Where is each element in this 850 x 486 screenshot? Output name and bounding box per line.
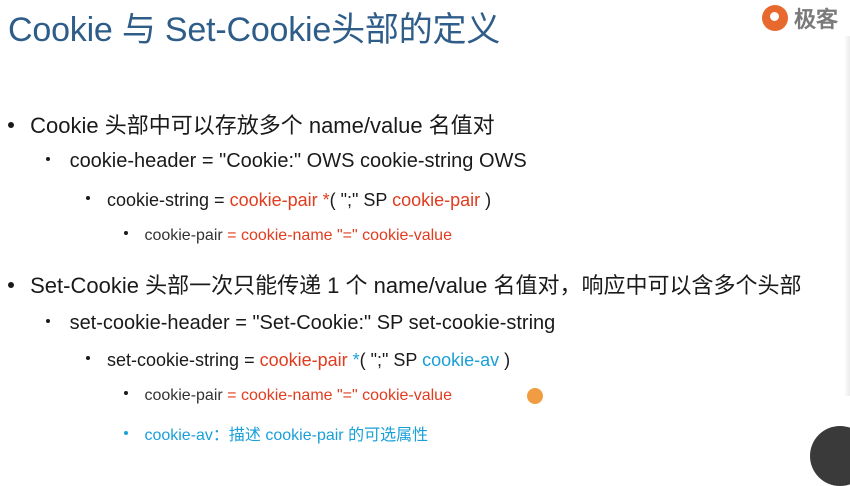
- bullet-icon: [46, 156, 50, 161]
- bullet-cookie-header-def: cookie-header = "Cookie:" OWS cookie-str…: [46, 150, 527, 173]
- bullet-text: set-cookie-header = "Set-Cookie:" SP set…: [69, 312, 556, 334]
- bullet-cookie-av-desc: cookie-av：描述 cookie-pair 的可选属性: [124, 421, 428, 445]
- brand-logo: 极客: [762, 0, 850, 36]
- bullet-set-cookie-string-def: set-cookie-string = cookie-pair *( ";" S…: [86, 350, 510, 371]
- bullet-icon: [124, 430, 128, 435]
- bullet-cookie-string-def: cookie-string = cookie-pair *( ";" SP co…: [86, 190, 491, 211]
- def-prefix: cookie-pair: [144, 387, 228, 404]
- bullet-cookie-pair-def: cookie-pair = cookie-name "=" cookie-val…: [124, 227, 452, 245]
- term-eq: =: [227, 227, 237, 244]
- term-cookie-pair: cookie-pair: [229, 190, 318, 210]
- term-cookie-pair: cookie-pair: [392, 190, 481, 210]
- bullet-text: Cookie 头部中可以存放多个 name/value 名值对: [30, 113, 495, 138]
- corner-overlay: [810, 426, 850, 486]
- bullet-text: cookie-av：描述 cookie-pair 的可选属性: [144, 427, 429, 444]
- logo-text: 极客: [794, 7, 839, 32]
- def-middle: ( ";" SP: [329, 190, 393, 210]
- bullet-text: cookie-header = "Cookie:" OWS cookie-str…: [69, 150, 527, 172]
- term-eq: =: [227, 387, 237, 404]
- def-suffix: ): [499, 350, 511, 370]
- def-suffix: ): [480, 190, 492, 210]
- bullet-set-cookie-intro: Set-Cookie 头部一次只能传递 1 个 name/value 名值对，响…: [8, 268, 802, 300]
- term-rest: cookie-name "=" cookie-value: [236, 227, 452, 244]
- pointer-highlight-icon: [527, 388, 543, 404]
- def-middle: ( ";" SP: [359, 350, 423, 370]
- term-star: *: [317, 190, 330, 210]
- bullet-icon: [86, 196, 90, 201]
- bullet-text: Set-Cookie 头部一次只能传递 1 个 name/value 名值对，响…: [30, 273, 802, 298]
- bullet-icon: [8, 122, 14, 129]
- bullet-icon: [124, 390, 128, 395]
- term-cookie-pair: cookie-pair: [259, 350, 348, 370]
- bullet-cookie-header-intro: Cookie 头部中可以存放多个 name/value 名值对: [8, 108, 495, 140]
- bullet-icon: [8, 282, 14, 289]
- bullet-set-cookie-header-def: set-cookie-header = "Set-Cookie:" SP set…: [46, 312, 555, 335]
- right-edge-shade: [844, 36, 850, 396]
- bullet-icon: [124, 230, 128, 235]
- logo-icon: [762, 5, 788, 31]
- bullet-cookie-pair-def-2: cookie-pair = cookie-name "=" cookie-val…: [124, 387, 452, 405]
- def-prefix: cookie-string =: [107, 190, 230, 210]
- slide-title: Cookie 与 Set-Cookie头部的定义: [8, 11, 501, 49]
- bullet-icon: [86, 356, 90, 361]
- bullet-icon: [46, 318, 50, 323]
- term-star: *: [347, 350, 360, 370]
- def-prefix: cookie-pair: [144, 227, 228, 244]
- def-prefix: set-cookie-string =: [107, 350, 260, 370]
- term-cookie-av: cookie-av: [422, 350, 500, 370]
- term-rest: cookie-name "=" cookie-value: [236, 387, 452, 404]
